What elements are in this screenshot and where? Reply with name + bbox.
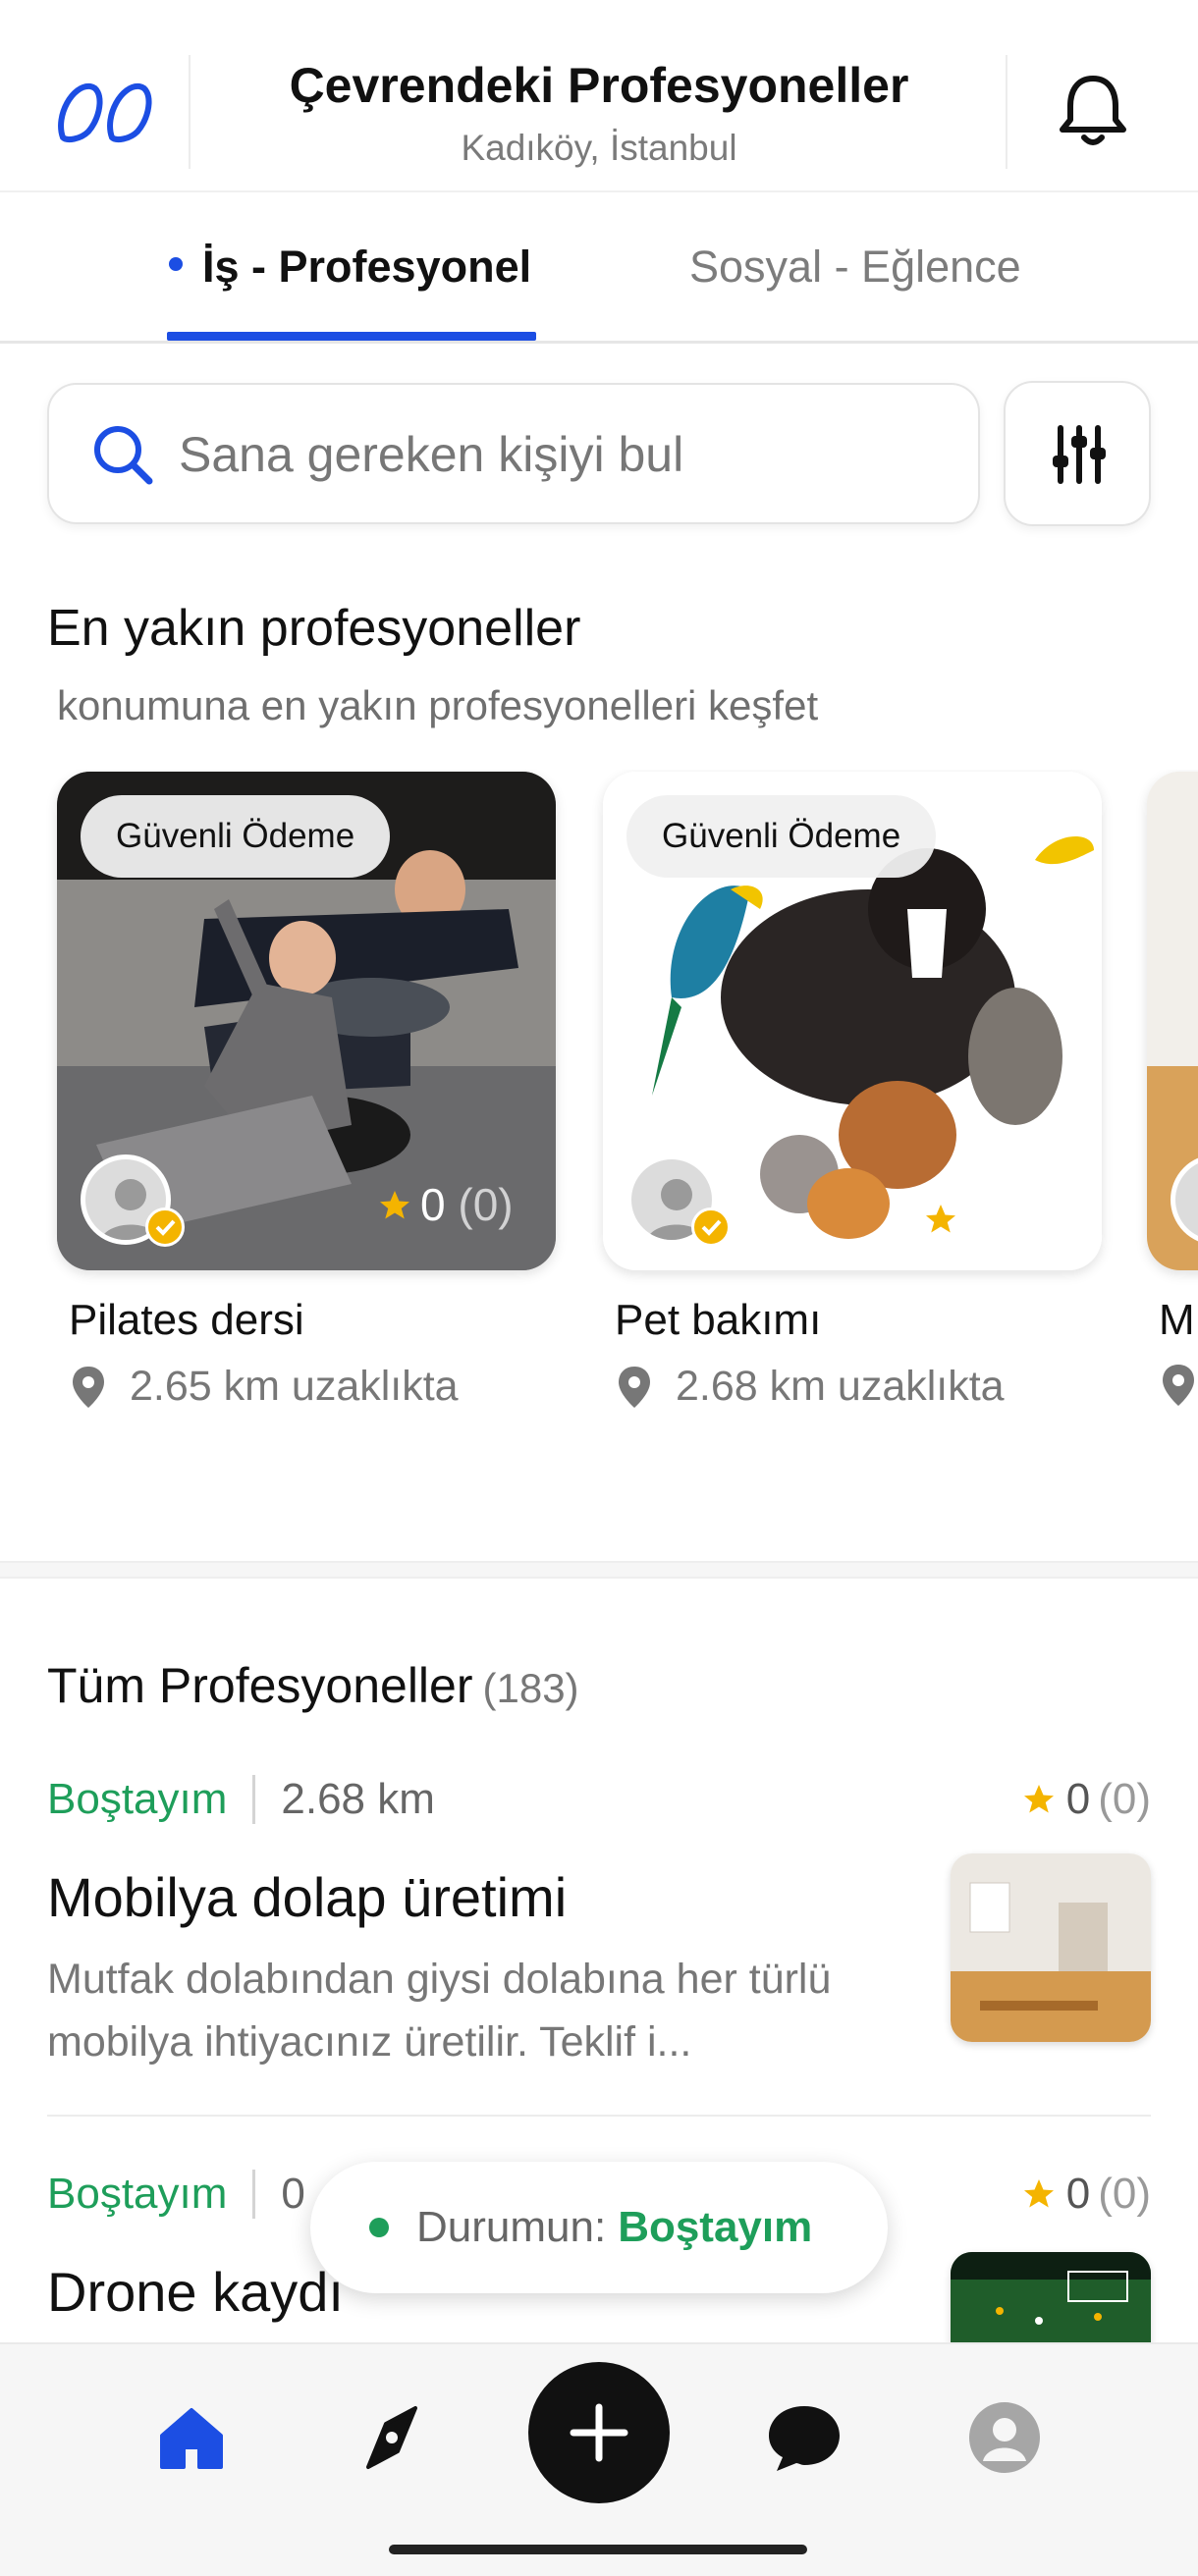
star-icon	[926, 1205, 955, 1233]
tab-sosyal-eglence[interactable]: Sosyal - Eğlence	[689, 242, 1021, 293]
list-item-title: Mobilya dolap üretimi	[47, 1866, 568, 1928]
list-item-rating: 0 (0)	[1021, 2170, 1151, 2219]
bottom-navigation	[0, 2342, 1198, 2576]
status-value: Boştayım	[618, 2203, 813, 2251]
card-image-pet: Güvenli Ödeme	[603, 772, 1102, 1270]
notification-bell-icon[interactable]	[1055, 71, 1131, 149]
search-input[interactable]	[179, 412, 954, 497]
home-indicator	[389, 2545, 807, 2554]
card-distance: 2.68 km uzaklıkta	[615, 1363, 1102, 1411]
nearest-cards-carousel[interactable]: Güvenli Ödeme 0 (0) Pilates dersi 2.65 k…	[0, 770, 1198, 1418]
sliders-icon	[1053, 425, 1106, 484]
status-toast[interactable]: Durumun: Boştayım	[310, 2162, 888, 2293]
status-badge: Boştayım	[47, 1775, 228, 1823]
list-item-thumbnail	[951, 2252, 1151, 2346]
list-divider	[47, 2115, 1151, 2117]
page-title: Çevrendeki Profesyoneller	[289, 58, 909, 113]
list-item-distance: 2.68 km	[281, 1775, 435, 1823]
star-icon	[1023, 1785, 1054, 1813]
verified-badge-icon	[691, 1208, 731, 1247]
all-section-title: Tüm Profesyoneller (183)	[47, 1658, 579, 1713]
list-item-rating: 0 (0)	[1021, 1775, 1151, 1824]
add-icon	[570, 2403, 628, 2462]
filter-button[interactable]	[1004, 381, 1151, 526]
profile-icon	[969, 2402, 1040, 2473]
card-title: Pet bakımı	[615, 1296, 822, 1344]
active-tab-dot	[169, 257, 183, 271]
chat-icon	[769, 2406, 840, 2471]
nav-messages[interactable]	[760, 2393, 848, 2482]
nav-home[interactable]	[147, 2393, 236, 2482]
nearest-card[interactable]: Güvenli Ödeme Pet bakımı 2.68 km uzaklık…	[603, 772, 1102, 1411]
compass-icon	[366, 2406, 417, 2469]
location-pin-icon	[1163, 1365, 1194, 1406]
add-button[interactable]	[528, 2362, 670, 2503]
list-item-thumbnail	[951, 1853, 1151, 2042]
status-dot	[369, 2218, 389, 2237]
card-rating: 0 (0)	[377, 1178, 514, 1231]
home-icon	[160, 2408, 223, 2469]
secure-payment-badge: Güvenli Ödeme	[626, 795, 937, 878]
meta-divider	[252, 1775, 256, 1824]
furniture-photo	[951, 1853, 1151, 2042]
location-label[interactable]: Kadıköy, İstanbul	[0, 128, 1198, 169]
section-separator	[0, 1561, 1198, 1579]
header-divider	[1006, 55, 1007, 169]
location-pin-icon	[73, 1366, 104, 1408]
nearest-card[interactable]: M	[1147, 772, 1198, 1408]
card-image-pilates: Güvenli Ödeme 0 (0)	[57, 772, 556, 1270]
status-badge: Boştayım	[47, 2170, 228, 2218]
verified-badge-icon	[145, 1208, 185, 1247]
drone-photo	[951, 2252, 1151, 2346]
card-image-partial	[1147, 772, 1198, 1270]
list-item-distance: 0	[281, 2170, 305, 2218]
tab-is-profesyonel[interactable]: İş - Profesyonel	[202, 242, 531, 293]
nearest-section-subtitle: konumuna en yakın profesyonelleri keşfet	[57, 682, 819, 728]
card-distance	[1159, 1363, 1198, 1408]
card-distance: 2.65 km uzaklıkta	[69, 1363, 556, 1411]
search-bar[interactable]	[47, 383, 980, 524]
list-item-title: Drone kaydı	[47, 2261, 344, 2323]
list-item-meta: Boştayım 2.68 km	[47, 1775, 435, 1824]
nearest-card[interactable]: Güvenli Ödeme 0 (0) Pilates dersi 2.65 k…	[57, 772, 556, 1411]
star-icon	[380, 1191, 409, 1219]
list-item[interactable]: Boştayım 2.68 km 0 (0) Mobilya dolap üret…	[47, 1775, 1151, 2069]
category-tabs: İş - Profesyonel Sosyal - Eğlence	[0, 192, 1198, 344]
active-tab-underline	[167, 332, 536, 341]
meta-divider	[252, 2170, 256, 2219]
app-header: Çevrendeki Profesyoneller Kadıköy, İstan…	[0, 0, 1198, 192]
list-item-meta: Boştayım 0	[47, 2170, 305, 2219]
list-item-description: Mutfak dolabından giysi dolabına her tür…	[47, 1956, 832, 2066]
secure-payment-badge: Güvenli Ödeme	[81, 795, 391, 878]
card-title: M	[1159, 1296, 1195, 1344]
all-count: (183)	[482, 1665, 579, 1711]
nav-profile[interactable]	[960, 2393, 1049, 2482]
status-label: Durumun:	[416, 2203, 607, 2251]
location-pin-icon	[619, 1366, 650, 1408]
nav-explore[interactable]	[348, 2393, 436, 2482]
search-icon	[94, 426, 153, 485]
card-title: Pilates dersi	[69, 1296, 304, 1344]
nearest-section-title: En yakın profesyoneller	[47, 600, 581, 657]
star-icon	[1023, 2179, 1054, 2208]
card-rating-value: 0	[420, 1179, 446, 1230]
card-rating-count: (0)	[458, 1179, 514, 1230]
